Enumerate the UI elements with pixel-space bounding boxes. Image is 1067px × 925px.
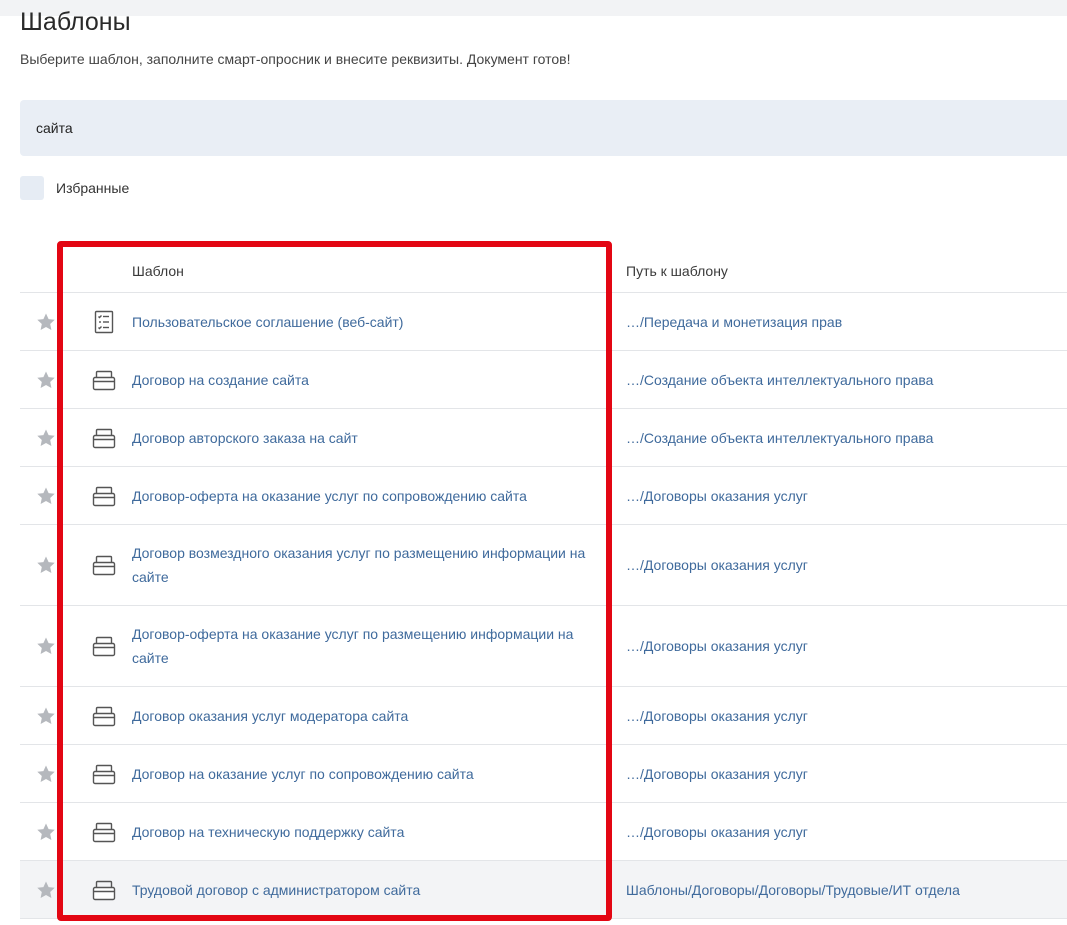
favorites-checkbox[interactable] bbox=[20, 176, 44, 200]
table-row[interactable]: Договор на техническую поддержку сайта …/… bbox=[20, 803, 1067, 861]
template-path-link[interactable]: …/Договоры оказания услуг bbox=[626, 762, 808, 786]
table-row[interactable]: Договор возмездного оказания услуг по ра… bbox=[20, 525, 1067, 606]
template-link[interactable]: Договор-оферта на оказание услуг по сопр… bbox=[132, 484, 602, 508]
favorites-filter[interactable]: Избранные bbox=[20, 176, 129, 200]
folder-box-icon bbox=[92, 368, 116, 392]
table-row[interactable]: Договор-оферта на оказание услуг по сопр… bbox=[20, 467, 1067, 525]
table-row[interactable]: Договор авторского заказа на сайт …/Созда… bbox=[20, 409, 1067, 467]
table-row[interactable]: Договор на создание сайта …/Создание объе… bbox=[20, 351, 1067, 409]
folder-box-icon bbox=[92, 553, 116, 577]
template-path-link[interactable]: …/Договоры оказания услуг bbox=[626, 484, 808, 508]
table-row[interactable]: Договор-оферта на оказание услуг по разм… bbox=[20, 606, 1067, 687]
template-link[interactable]: Договор на оказание услуг по сопровожден… bbox=[132, 762, 602, 786]
template-link[interactable]: Договор оказания услуг модератора сайта bbox=[132, 704, 602, 728]
folder-box-icon bbox=[92, 426, 116, 450]
folder-box-icon bbox=[92, 820, 116, 844]
star-icon[interactable] bbox=[36, 764, 56, 784]
star-icon[interactable] bbox=[36, 822, 56, 842]
top-bar bbox=[0, 0, 1067, 16]
template-path-link[interactable]: …/Договоры оказания услуг bbox=[626, 634, 808, 658]
template-link[interactable]: Договор возмездного оказания услуг по ра… bbox=[132, 541, 602, 589]
star-icon[interactable] bbox=[36, 555, 56, 575]
favorites-label: Избранные bbox=[56, 180, 130, 196]
template-path-link[interactable]: Шаблоны/Договоры/Договоры/Трудовые/ИТ от… bbox=[626, 878, 960, 902]
table-row[interactable]: Договор оказания услуг модератора сайта …… bbox=[20, 687, 1067, 745]
table-body: Пользовательское соглашение (веб-сайт) …/… bbox=[20, 293, 1067, 919]
template-path-link[interactable]: …/Создание объекта интеллектуального пра… bbox=[626, 426, 933, 450]
folder-box-icon bbox=[92, 634, 116, 658]
table-header: Шаблон Путь к шаблону bbox=[20, 246, 1067, 293]
template-path-link[interactable]: …/Создание объекта интеллектуального пра… bbox=[626, 368, 933, 392]
template-link[interactable]: Пользовательское соглашение (веб-сайт) bbox=[132, 310, 602, 334]
search-box[interactable] bbox=[20, 100, 1067, 156]
star-icon[interactable] bbox=[36, 636, 56, 656]
star-icon[interactable] bbox=[36, 428, 56, 448]
template-link[interactable]: Трудовой договор с администратором сайта bbox=[132, 878, 602, 902]
star-icon[interactable] bbox=[36, 706, 56, 726]
folder-box-icon bbox=[92, 704, 116, 728]
star-icon[interactable] bbox=[36, 312, 56, 332]
star-icon[interactable] bbox=[36, 486, 56, 506]
template-link[interactable]: Договор на создание сайта bbox=[132, 368, 602, 392]
page-subtitle: Выберите шаблон, заполните смарт-опросни… bbox=[20, 51, 571, 67]
template-link[interactable]: Договор-оферта на оказание услуг по разм… bbox=[132, 622, 602, 670]
table-row[interactable]: Договор на оказание услуг по сопровожден… bbox=[20, 745, 1067, 803]
folder-box-icon bbox=[92, 762, 116, 786]
star-icon[interactable] bbox=[36, 880, 56, 900]
checklist-document-icon bbox=[92, 310, 116, 334]
folder-box-icon bbox=[92, 484, 116, 508]
column-header-template: Шаблон bbox=[132, 263, 184, 279]
search-input[interactable] bbox=[36, 118, 936, 138]
template-link[interactable]: Договор на техническую поддержку сайта bbox=[132, 820, 602, 844]
table-row[interactable]: Трудовой договор с администратором сайта… bbox=[20, 861, 1067, 919]
template-path-link[interactable]: …/Договоры оказания услуг bbox=[626, 553, 808, 577]
table-row[interactable]: Пользовательское соглашение (веб-сайт) …/… bbox=[20, 293, 1067, 351]
template-path-link[interactable]: …/Договоры оказания услуг bbox=[626, 704, 808, 728]
folder-box-icon bbox=[92, 878, 116, 902]
template-path-link[interactable]: …/Договоры оказания услуг bbox=[626, 820, 808, 844]
templates-table: Шаблон Путь к шаблону Пользовательское с… bbox=[20, 246, 1067, 919]
star-icon[interactable] bbox=[36, 370, 56, 390]
column-header-path: Путь к шаблону bbox=[626, 263, 728, 279]
template-path-link[interactable]: …/Передача и монетизация прав bbox=[626, 310, 842, 334]
template-link[interactable]: Договор авторского заказа на сайт bbox=[132, 426, 602, 450]
